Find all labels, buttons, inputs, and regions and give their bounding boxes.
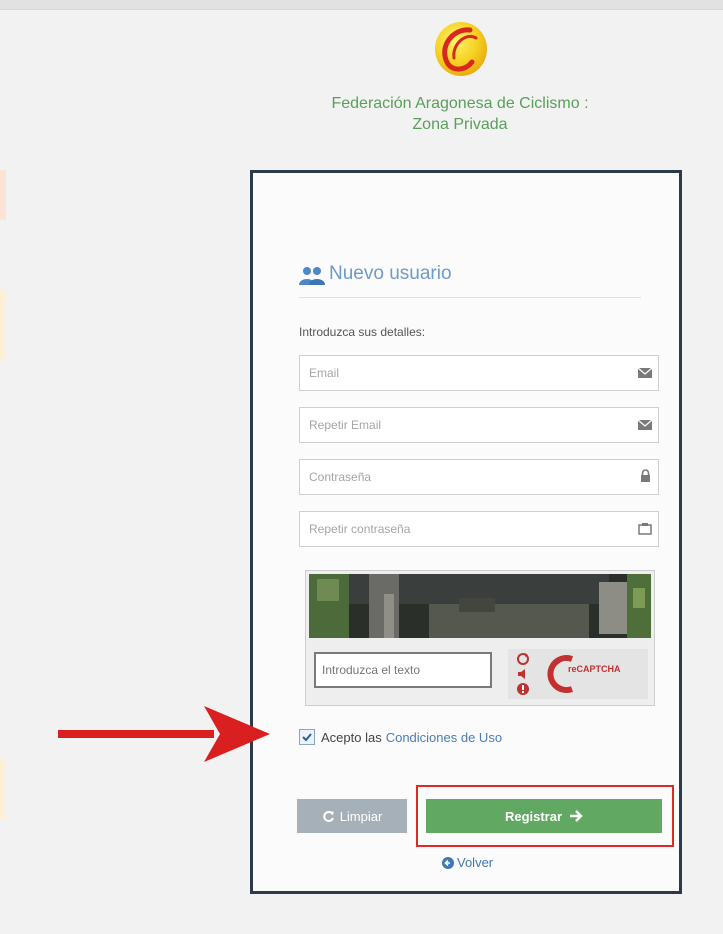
terms-link[interactable]: Condiciones de Uso — [386, 730, 502, 745]
audio-icon[interactable] — [516, 667, 530, 681]
lock-icon — [641, 469, 650, 482]
repeat-password-field[interactable] — [299, 511, 659, 547]
envelope-icon — [637, 419, 653, 430]
page-title: Federación Aragonesa de Ciclismo : Zona … — [280, 93, 640, 135]
clear-button-label: Limpiar — [339, 808, 383, 824]
arrow-left-icon — [442, 856, 454, 869]
left-edge-accent — [0, 290, 6, 360]
register-button[interactable]: Registrar — [426, 799, 662, 833]
section-title: Nuevo usuario — [329, 263, 452, 284]
clear-button[interactable]: Limpiar — [297, 799, 407, 833]
back-link-label: Volver — [457, 855, 494, 870]
email-field[interactable] — [299, 355, 659, 391]
arrow-right-icon — [570, 810, 583, 822]
captcha-image — [309, 574, 651, 638]
page-title-line2: Zona Privada — [412, 116, 508, 133]
left-edge-accent — [0, 760, 6, 820]
captcha-controls: reCAPTCHA — [508, 649, 648, 699]
intro-text: Introduzca sus detalles: — [299, 325, 426, 339]
retype-icon — [638, 523, 652, 535]
terms-row: Acepto las Condiciones de Uso — [299, 726, 502, 748]
section-header: Nuevo usuario — [299, 261, 641, 298]
check-icon — [302, 733, 312, 742]
captcha-widget: reCAPTCHA — [305, 570, 655, 706]
federation-logo — [435, 22, 487, 76]
repeat-email-field[interactable] — [299, 407, 659, 443]
captcha-input[interactable] — [314, 652, 492, 688]
recaptcha-brand: reCAPTCHA — [568, 664, 621, 674]
back-link[interactable]: Volver — [442, 855, 493, 870]
envelope-icon — [637, 367, 653, 378]
help-icon[interactable] — [516, 682, 530, 696]
page-title-line1: Federación Aragonesa de Ciclismo : — [331, 95, 589, 112]
terms-label: Acepto las — [321, 729, 382, 745]
left-edge-accent — [0, 170, 6, 220]
password-field[interactable] — [299, 459, 659, 495]
terms-checkbox[interactable] — [299, 729, 315, 745]
users-icon — [299, 267, 325, 285]
refresh-icon[interactable] — [516, 652, 530, 666]
registration-panel: Nuevo usuario Introduzca sus detalles: E… — [250, 170, 682, 894]
top-bar — [0, 0, 723, 10]
register-button-label: Registrar — [504, 808, 563, 824]
pointer-arrow-icon — [58, 706, 270, 762]
refresh-icon — [322, 810, 334, 822]
recaptcha-logo-icon — [547, 655, 574, 693]
